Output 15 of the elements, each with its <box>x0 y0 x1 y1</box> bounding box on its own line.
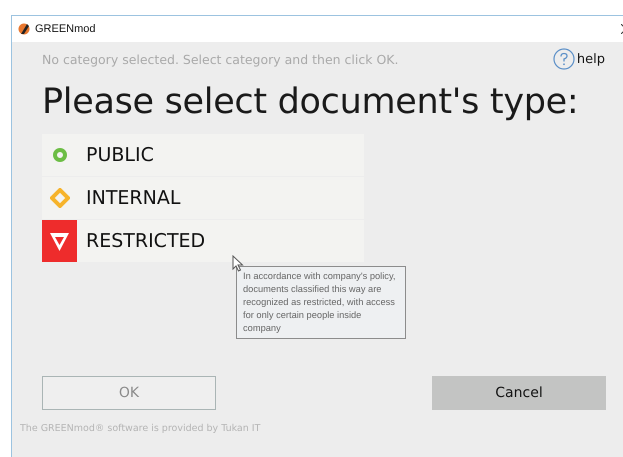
category-option[interactable]: INTERNAL <box>42 177 364 219</box>
category-option[interactable]: PUBLIC <box>42 134 364 176</box>
tooltip: In accordance with company's policy, documents classified this way are recognized as restricted, with access for only certain people inside company <box>236 266 406 339</box>
footer-note: The GREENmod® software is provided by Tukan IT <box>20 423 262 434</box>
cancel-button[interactable]: Cancel <box>432 376 606 410</box>
help-icon <box>552 48 575 70</box>
category-option[interactable]: RESTRICTED <box>42 220 364 262</box>
status-hint: No category selected. Select category and then click OK. <box>42 52 398 66</box>
help-link[interactable]: help <box>552 48 605 70</box>
mouse-pointer-icon <box>232 255 244 272</box>
app-logo-icon <box>18 23 30 35</box>
diamond-icon <box>50 188 70 208</box>
dialog-heading: Please select document's type: <box>42 81 580 124</box>
window-title: GREENmod <box>35 23 96 35</box>
circle-icon <box>52 148 66 162</box>
